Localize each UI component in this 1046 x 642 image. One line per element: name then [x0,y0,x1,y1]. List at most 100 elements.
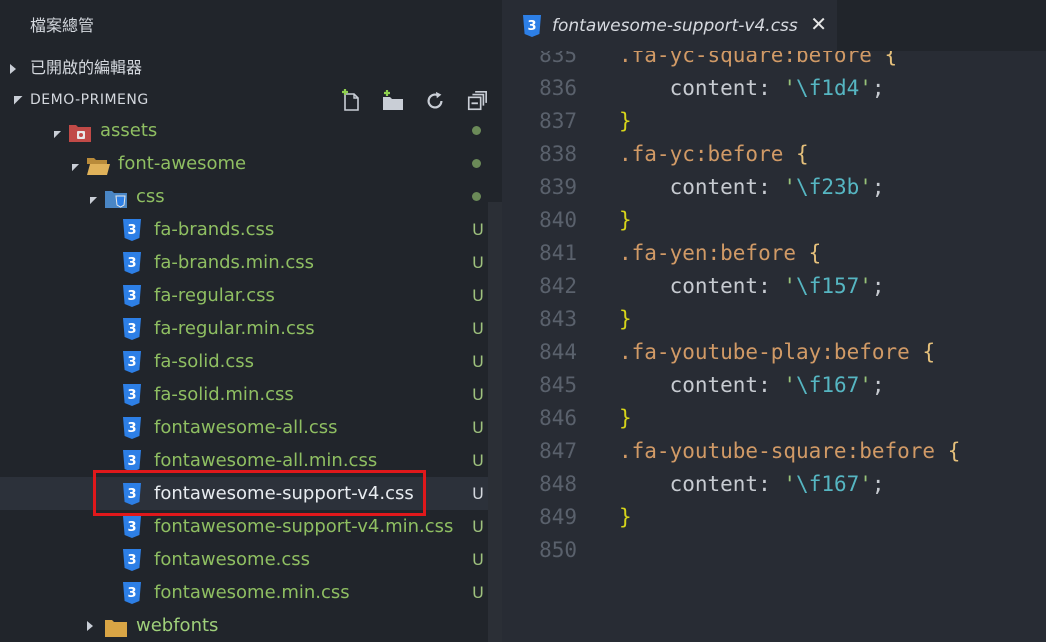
code-line[interactable]: 840} [502,204,1046,237]
code-token: .fa-yc:before [619,142,784,166]
css3-file-icon: 3 [122,417,144,439]
tree-item-fa-regular-min-css[interactable]: 3 fa-regular.min.css U [0,312,502,345]
code-text: } [619,402,632,435]
new-file-button[interactable] [338,88,364,114]
tree-item-label: fontawesome.min.css [154,582,350,603]
code-token: \f23b [796,175,860,199]
chevron-right-icon[interactable] [84,609,96,642]
tree-item-fa-solid-min-css[interactable]: 3 fa-solid.min.css U [0,378,502,411]
code-text: .fa-youtube-play:before { [619,336,935,369]
git-status-badge: U [472,583,484,602]
tree-item-font-awesome[interactable]: font-awesome [0,147,502,180]
code-view[interactable]: 835 .fa-yc-square:before {836 content: '\… [502,51,1046,642]
tree-item-label: font-awesome [118,153,247,174]
tree-item-fa-brands-min-css[interactable]: 3 fa-brands.min.css U [0,246,502,279]
tree-item-fa-brands-css[interactable]: 3 fa-brands.css U [0,213,502,246]
code-token: } [619,307,632,331]
tree-item-fontawesome-all-css[interactable]: 3 fontawesome-all.css U [0,411,502,444]
code-line[interactable]: 838 .fa-yc:before { [502,138,1046,171]
line-number: 844 [539,340,577,364]
code-text: .fa-yen:before { [619,237,821,270]
css3-file-icon: 3 [122,582,144,604]
tree-item-fa-solid-css[interactable]: 3 fa-solid.css U [0,345,502,378]
code-token: ' [783,373,797,397]
tree-item-label: fa-regular.min.css [154,318,315,339]
git-status-badge: U [472,550,484,569]
git-status-badge: U [472,451,484,470]
tab-fontawesome-support-v4[interactable]: 3 fontawesome-support-v4.css ✕ [502,0,837,51]
refresh-button[interactable] [422,88,448,114]
sidebar-scrollbar[interactable] [488,202,502,642]
line-number: 845 [539,373,577,397]
git-status-badge: U [472,253,484,272]
code-line[interactable]: 849} [502,501,1046,534]
tab-bar: 3 fontawesome-support-v4.css ✕ [502,0,1046,51]
tree-item-fa-regular-css[interactable]: 3 fa-regular.css U [0,279,502,312]
code-line[interactable]: 837} [502,105,1046,138]
close-icon[interactable]: ✕ [810,12,827,36]
tree-item-fontawesome-min-css[interactable]: 3 fontawesome.min.css U [0,576,502,609]
tree-item-label: fa-solid.css [154,351,255,372]
code-token: ; [871,175,885,199]
explorer-sidebar: 檔案總管 已開啟的編輯器 DEMO-PRIMENG assets font-aw… [0,0,502,642]
code-line[interactable]: 842 content: '\f157'; [502,270,1046,303]
open-editors-section[interactable]: 已開啟的編輯器 [0,51,502,84]
tree-item-fontawesome-css[interactable]: 3 fontawesome.css U [0,543,502,576]
code-text: content: '\f23b'; [619,171,885,204]
project-section[interactable]: DEMO-PRIMENG [0,84,502,117]
tab-label: fontawesome-support-v4.css [552,15,798,36]
chevron-down-icon[interactable] [82,180,98,213]
new-folder-button[interactable] [380,88,406,114]
code-line[interactable]: 847 .fa-youtube-square:before { [502,435,1046,468]
code-line[interactable]: 841 .fa-yen:before { [502,237,1046,270]
tree-item-label: fa-solid.min.css [154,384,294,405]
tree-item-label: fontawesome-all.css [154,417,338,438]
code-line[interactable]: 845 content: '\f167'; [502,369,1046,402]
git-modified-dot [472,126,481,135]
code-line[interactable]: 836 content: '\f1d4'; [502,72,1046,105]
svg-text:3: 3 [127,421,136,436]
svg-text:3: 3 [127,586,136,601]
code-token: ; [871,472,885,496]
code-line[interactable]: 843} [502,303,1046,336]
code-token: : [758,274,784,298]
code-token: : [758,472,784,496]
code-token: ' [859,175,872,199]
line-number: 842 [539,274,577,298]
tree-item-label: fontawesome-support-v4.css [154,483,414,504]
code-token: .fa-youtube-square:before [619,439,936,463]
code-line[interactable]: 850 [502,534,1046,567]
code-token: { [922,340,936,364]
tree-item-assets[interactable]: assets [0,114,502,147]
code-line[interactable]: 835 .fa-yc-square:before { [502,51,1046,72]
code-line[interactable]: 846} [502,402,1046,435]
code-line[interactable]: 844 .fa-youtube-play:before { [502,336,1046,369]
tree-item-webfonts[interactable]: webfonts [0,609,502,642]
code-text: content: '\f167'; [619,468,885,501]
tree-item-label: fontawesome.css [154,549,311,570]
tree-item-css[interactable]: css [0,180,502,213]
line-number: 835 [539,51,577,67]
project-label: DEMO-PRIMENG [30,92,149,108]
git-status-badge: U [472,385,484,404]
git-modified-dot [472,192,481,201]
code-token: : [758,373,784,397]
code-token: } [619,109,632,133]
chevron-down-icon[interactable] [64,147,80,180]
tree-item-fontawesome-support-v4-min-css[interactable]: 3 fontawesome-support-v4.min.css U [0,510,502,543]
chevron-down-icon[interactable] [46,114,62,147]
line-number: 839 [539,175,577,199]
collapse-all-button[interactable] [464,88,490,114]
code-text: } [619,204,632,237]
code-token: content [669,175,759,199]
tree-item-fontawesome-support-v4-css[interactable]: 3 fontawesome-support-v4.css U [0,477,502,510]
tree-item-fontawesome-all-min-css[interactable]: 3 fontawesome-all.min.css U [0,444,502,477]
code-line[interactable]: 839 content: '\f23b'; [502,171,1046,204]
code-token: ' [783,274,797,298]
css3-file-icon: 3 [122,516,144,538]
line-number: 848 [539,472,577,496]
code-line[interactable]: 848 content: '\f167'; [502,468,1046,501]
svg-text:3: 3 [127,553,136,568]
svg-text:3: 3 [127,223,136,238]
